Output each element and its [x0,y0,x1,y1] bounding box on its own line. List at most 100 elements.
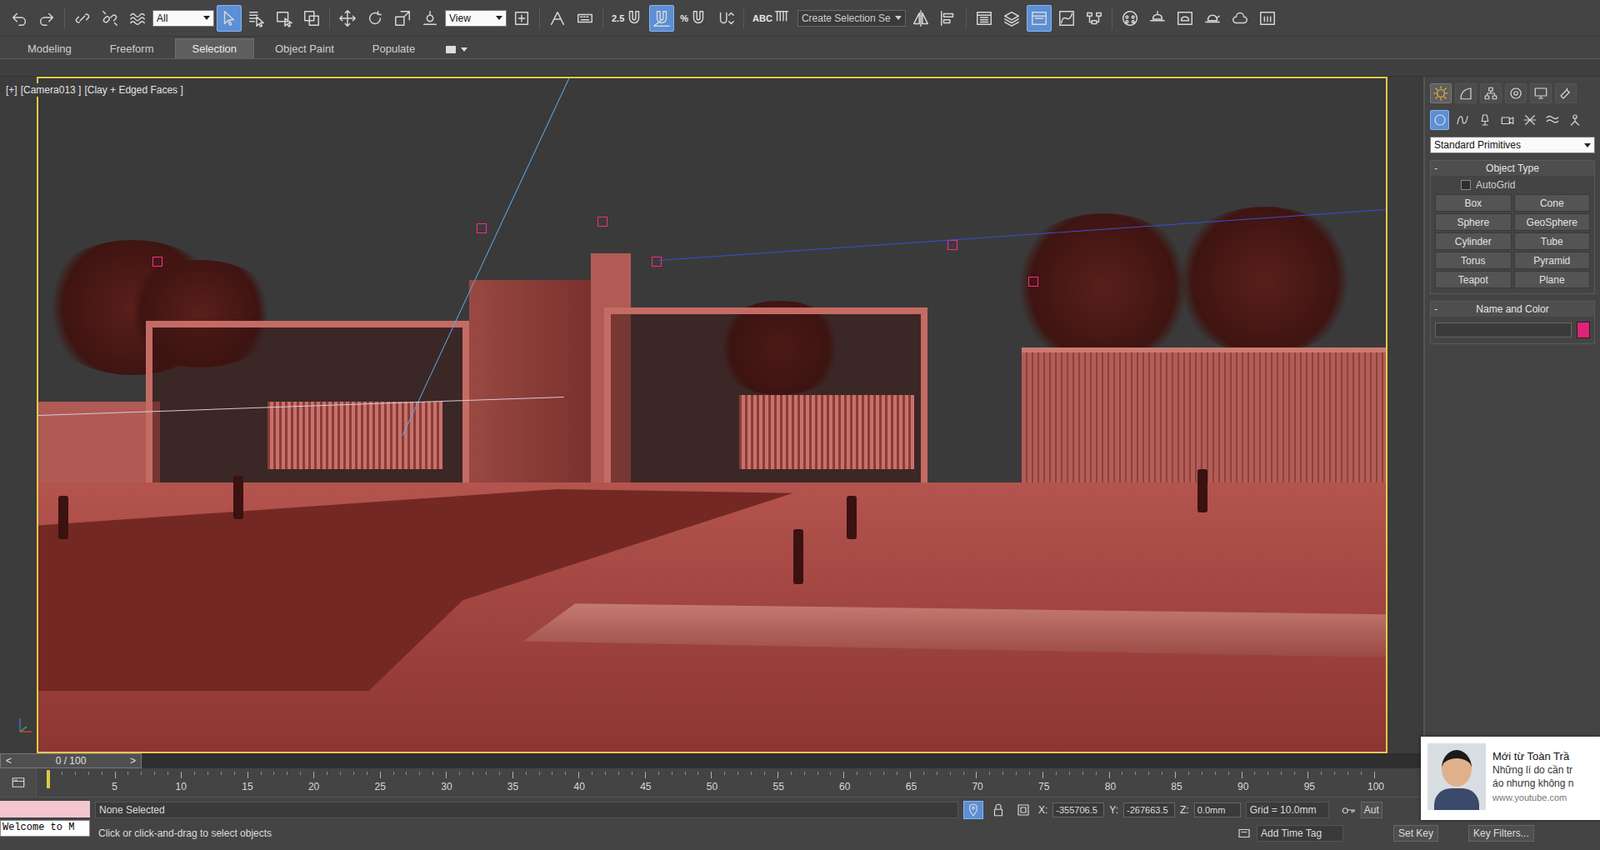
youtube-notification[interactable]: Mới từ Toàn TrầNhững lí do cần tráo nhưn… [1420,736,1600,820]
listener-output[interactable]: Welcome to M [0,820,90,837]
selection-lock-button[interactable] [988,800,1009,820]
create-category-button[interactable] [1520,110,1540,130]
render-setup-button[interactable] [1145,5,1170,32]
absolute-mode-button[interactable] [1013,800,1034,820]
key-filters-button[interactable]: Key Filters... [1468,825,1535,842]
ribbon-tab[interactable]: Populate [355,38,433,59]
viewport[interactable]: [+][Camera013 ][Clay + Edged Faces ] [0,76,1425,754]
rollout-header[interactable]: -Name and Color [1430,301,1595,317]
light-helper[interactable] [597,216,608,227]
create-category-button[interactable] [1565,110,1585,130]
render-teapot-button[interactable] [1200,5,1225,32]
command-panel-tab[interactable] [1455,83,1477,104]
autogrid-checkbox[interactable]: AutoGrid [1430,175,1595,195]
keyboard-shortcut-button[interactable] [572,5,598,32]
material-editor-button[interactable] [1117,5,1143,32]
time-slider-track[interactable]: <0 / 100> [0,753,1425,769]
command-panel-tab[interactable] [1480,83,1502,104]
object-name-field[interactable] [1435,322,1572,338]
viewport-label-menu[interactable]: [Camera013 ] [20,84,82,96]
viewport-label-menu[interactable]: [Clay + Edged Faces ] [84,84,183,96]
auto-key-button[interactable]: Aut [1360,801,1383,819]
select-manipulate-button[interactable] [545,5,570,32]
undo-button[interactable] [6,5,32,32]
link-button[interactable] [70,5,95,32]
a360-gallery-button[interactable] [1255,5,1280,32]
create-category-button[interactable] [1497,110,1517,130]
command-panel-tab[interactable] [1530,83,1552,104]
rotate-button[interactable] [362,5,388,32]
object-type-button[interactable]: Cylinder [1435,232,1512,250]
pivot-center-button[interactable] [509,5,535,32]
light-helper[interactable] [947,240,958,250]
angle-snap-button[interactable] [649,5,675,32]
curve-editor-button[interactable] [1054,5,1080,32]
scene-explorer-button[interactable] [971,5,997,32]
object-type-button[interactable]: Tube [1514,232,1591,250]
ribbon-tab[interactable]: Object Paint [257,38,352,59]
object-type-button[interactable]: Box [1435,194,1512,212]
previous-frame-button[interactable]: < [5,755,12,767]
move-button[interactable] [335,5,360,32]
set-key-mode[interactable] [1340,802,1356,818]
unlink-button[interactable] [97,5,123,32]
create-category-button[interactable] [1430,110,1450,130]
z-coordinate-field[interactable]: 0.0mm [1194,802,1241,818]
light-helper[interactable] [651,256,662,267]
layer-explorer-button[interactable] [999,5,1025,32]
rollout-header[interactable]: -Object Type [1430,160,1595,176]
time-slider-thumb[interactable]: <0 / 100> [0,753,142,769]
command-panel-tab[interactable] [1505,83,1527,104]
ribbon-tab[interactable]: Freeform [92,38,172,59]
reference-coordinate-dropdown[interactable]: View [445,10,507,27]
isolate-selection-button[interactable] [963,800,984,820]
add-time-tag[interactable]: Add Time Tag [1256,825,1344,842]
rectangular-region-button[interactable] [271,5,297,32]
schematic-view-button[interactable] [1081,5,1107,32]
object-type-button[interactable]: Torus [1435,251,1512,270]
create-category-button[interactable] [1452,110,1472,130]
viewport-label[interactable]: [+][Camera013 ][Clay + Edged Faces ] [3,83,186,97]
create-category-button[interactable] [1475,110,1495,130]
light-helper[interactable] [152,256,163,267]
create-category-button[interactable] [1542,110,1562,130]
time-tag-toggle[interactable] [1236,825,1252,841]
rendered-frame-button[interactable] [1172,5,1198,32]
light-helper[interactable] [476,223,487,234]
viewport-label-menu[interactable]: [+] [5,84,18,96]
object-type-button[interactable]: Sphere [1435,213,1512,231]
command-panel-tab[interactable] [1555,83,1577,104]
redo-button[interactable] [34,5,60,32]
object-type-button[interactable]: GeoSphere [1514,213,1591,231]
subcategory-dropdown[interactable]: Standard Primitives [1430,136,1595,154]
y-coordinate-field[interactable]: -267663.5 [1123,802,1175,818]
select-object-button[interactable] [216,5,242,32]
percent-snap-button[interactable]: % [676,5,711,32]
scale-button[interactable] [390,5,415,32]
object-type-button[interactable]: Pyramid [1514,251,1591,270]
edit-named-selection-button[interactable]: ABC [749,5,795,32]
object-type-button[interactable]: Teapot [1435,270,1512,289]
next-frame-button[interactable]: > [130,755,136,767]
snap-toggle-button[interactable]: 2.5 [608,5,647,32]
spinner-snap-button[interactable] [713,5,739,32]
maxscript-listener[interactable]: Welcome to M [0,800,90,847]
toggle-ribbon-button[interactable] [1026,5,1052,32]
mini-curve-editor-button[interactable] [0,768,37,797]
ribbon-tab[interactable]: Modeling [10,38,90,59]
object-type-button[interactable]: Plane [1514,270,1591,289]
x-coordinate-field[interactable]: -355706.5 [1052,802,1105,818]
color-swatch[interactable] [1576,321,1590,339]
track-bar-ruler[interactable]: 5101520253035404550556065707580859095100 [48,768,1376,797]
render-cloud-button[interactable] [1227,5,1253,32]
set-key-button[interactable]: Set Key [1393,825,1439,842]
align-button[interactable] [935,5,961,32]
select-by-name-button[interactable] [244,5,270,32]
command-panel-tab[interactable] [1430,83,1452,104]
selection-filter-dropdown[interactable]: All [152,10,215,27]
light-helper[interactable] [1028,276,1039,287]
listener-input[interactable] [0,800,90,818]
place-button[interactable] [417,5,443,32]
ribbon-options-button[interactable] [435,45,478,59]
checkbox-box[interactable] [1460,180,1471,190]
